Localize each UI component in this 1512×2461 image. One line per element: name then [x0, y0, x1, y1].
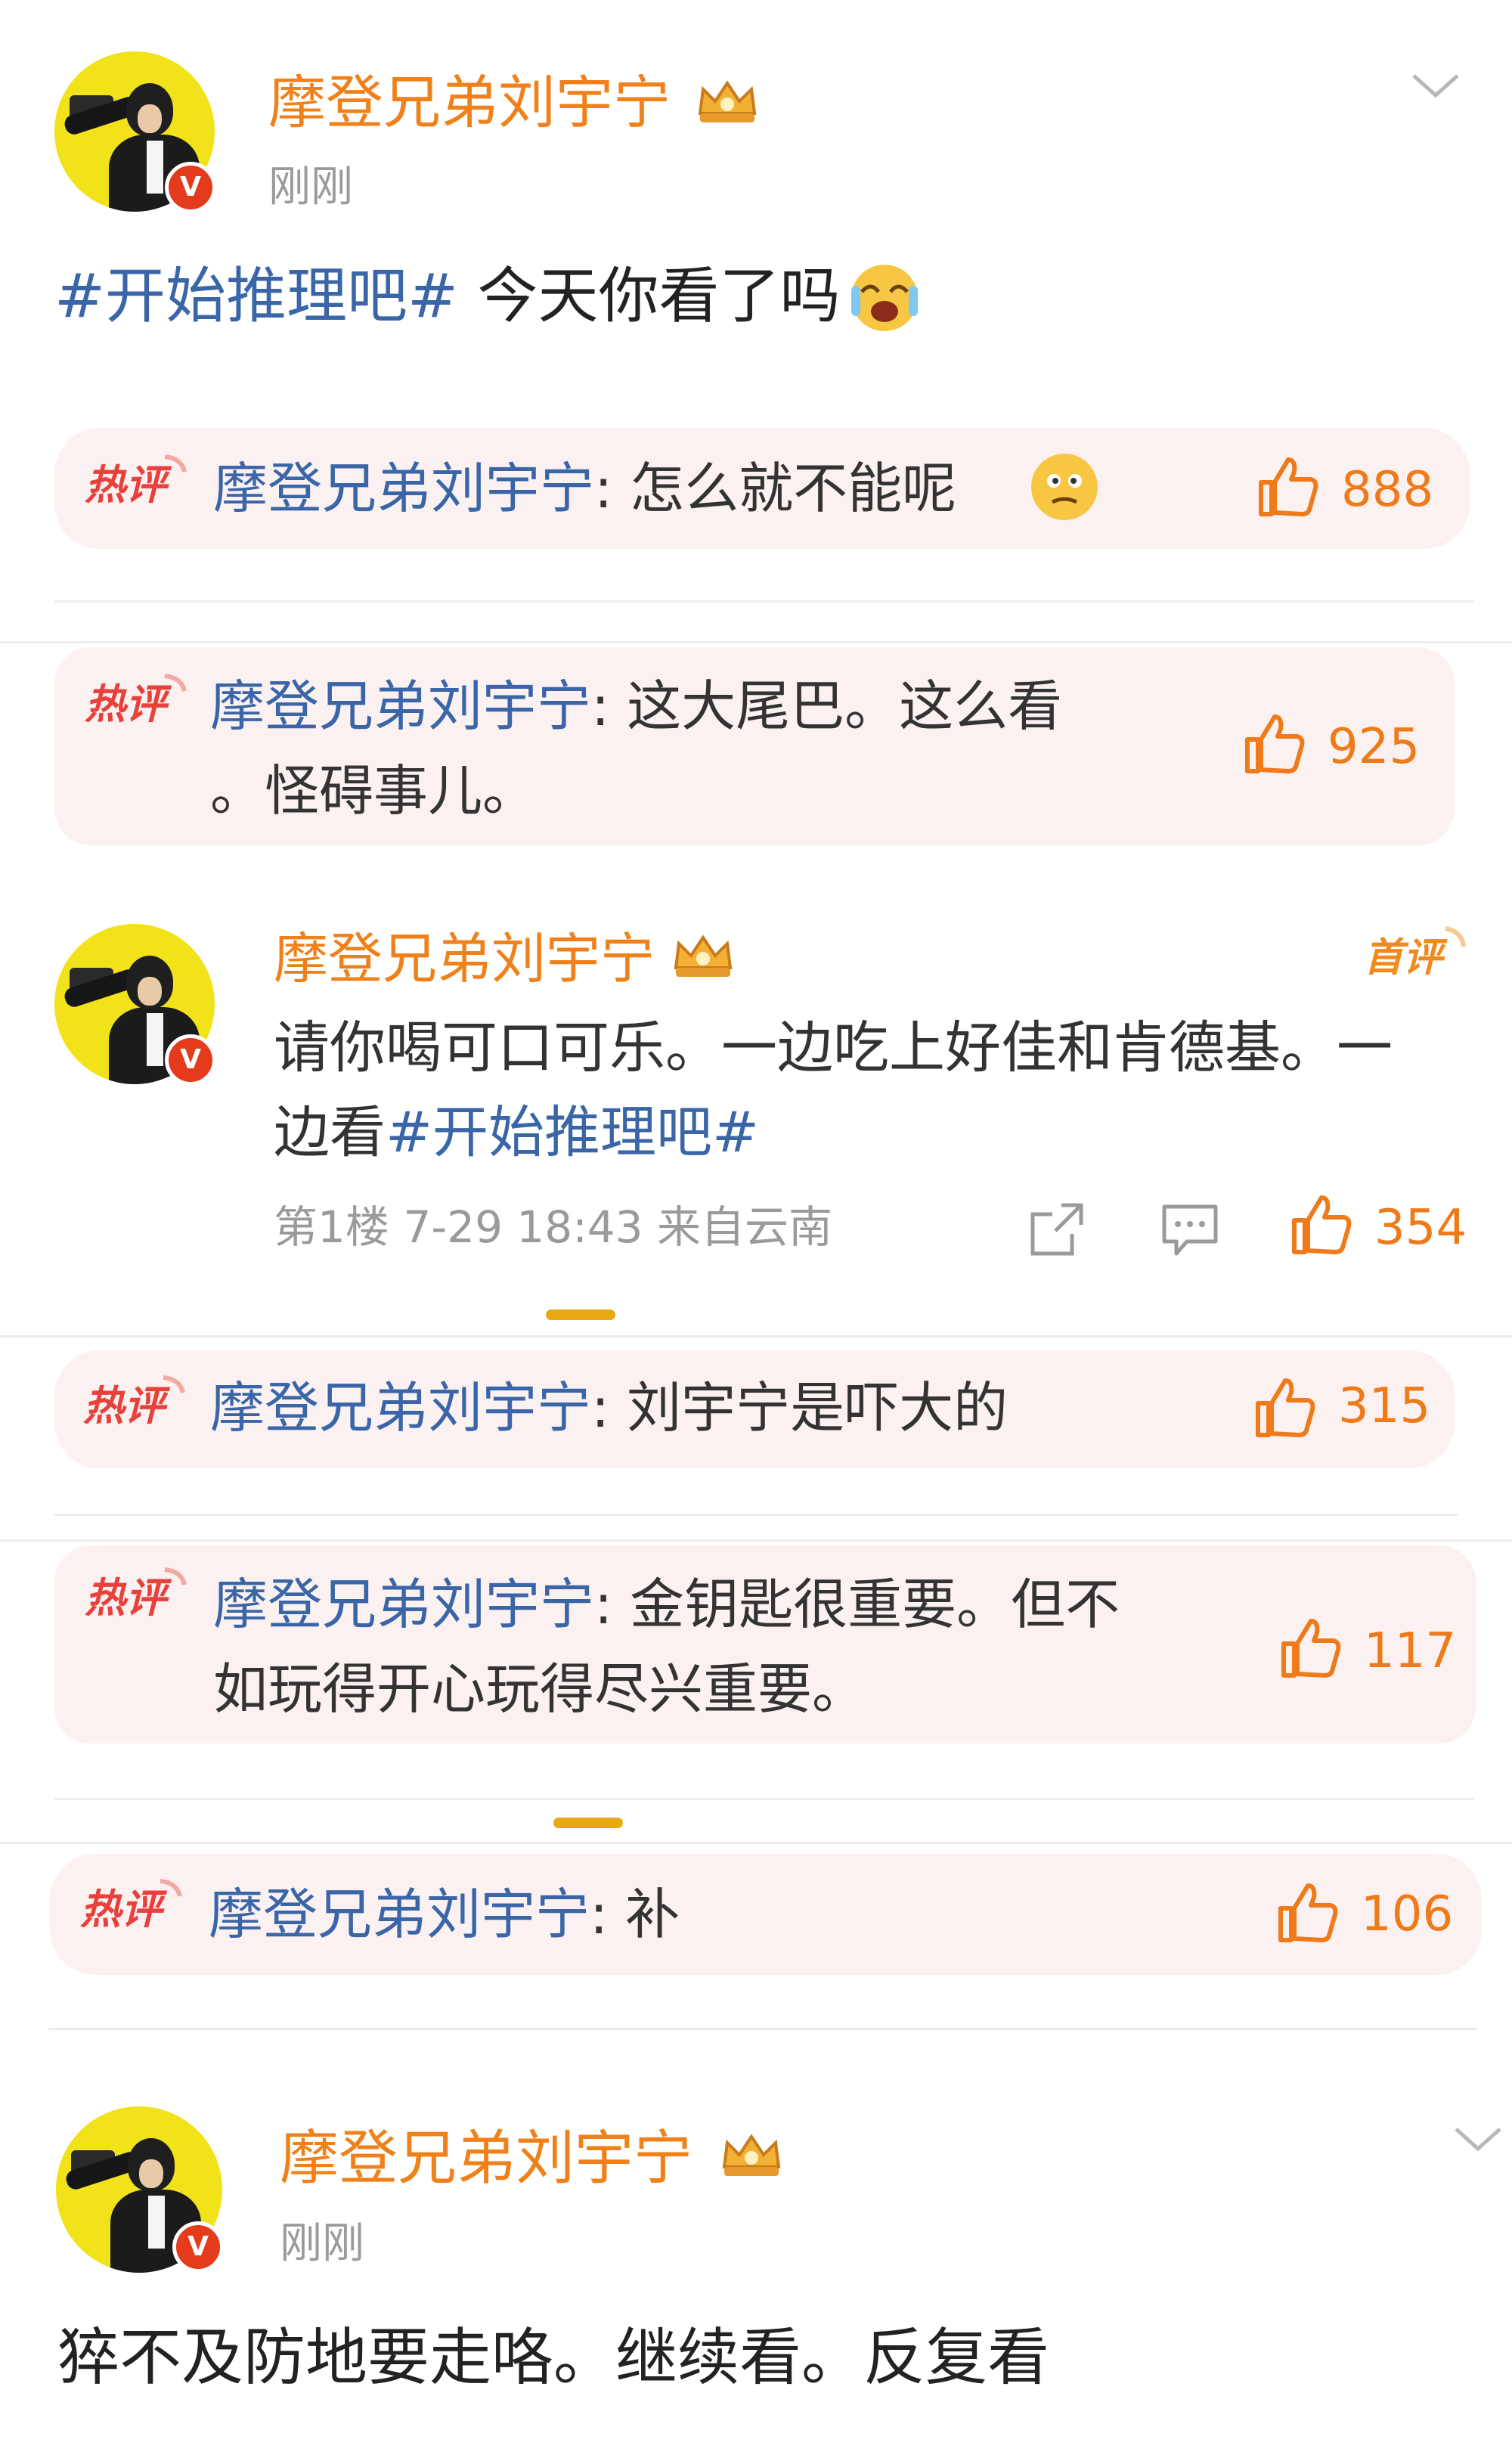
comment-text: 摩登兄弟刘宇宁: 补 [209, 1883, 680, 1946]
crown-icon [698, 80, 757, 122]
hot-comment-icon: 热评 [85, 1567, 187, 1622]
post-time: 刚刚 [268, 163, 353, 212]
thumb-up-icon [1256, 1378, 1315, 1437]
comment-text: 摩登兄弟刘宇宁: 这大尾巴。这么看 。怪碍事儿。 [210, 674, 1063, 823]
comment-author[interactable]: 摩登兄弟刘宇宁 [210, 1376, 591, 1440]
thumb-up-icon [1259, 457, 1318, 516]
divider [54, 1798, 1474, 1800]
share-icon[interactable] [1028, 1201, 1086, 1258]
hot-comment-icon: 热评 [85, 454, 187, 509]
verified-badge-icon: V [172, 2221, 224, 2273]
divider [0, 1335, 1512, 1337]
svg-text:热评: 热评 [85, 461, 172, 509]
emoji-icon [1031, 454, 1098, 520]
comment-icon[interactable] [1160, 1202, 1220, 1260]
comment-author[interactable]: 摩登兄弟刘宇宁 [209, 1883, 590, 1946]
crown-icon [722, 2134, 781, 2176]
thumb-up-icon [1292, 1195, 1352, 1254]
thumb-up-icon [1245, 714, 1305, 773]
svg-text:热评: 热评 [80, 1886, 168, 1933]
comment-text: 摩登兄弟刘宇宁: 刘宇宁是吓大的 [210, 1376, 1009, 1440]
divider [54, 1514, 1458, 1516]
svg-text:首评: 首评 [1364, 935, 1448, 981]
divider [0, 1842, 1512, 1844]
username[interactable]: 摩登兄弟刘宇宁 [268, 74, 671, 132]
hot-comment-icon: 热评 [80, 1879, 182, 1933]
chevron-down-icon[interactable] [1453, 2126, 1503, 2153]
comment-text: 摩登兄弟刘宇宁: 金钥匙很重要。但不 如玩得开心玩得尽兴重要。 [213, 1573, 1120, 1721]
post-time: 刚刚 [280, 2219, 364, 2268]
like-count: 106 [1361, 1886, 1454, 1942]
username[interactable]: 摩登兄弟刘宇宁 [280, 2129, 692, 2188]
first-comment-badge: 首评 [1364, 926, 1466, 981]
divider [48, 2028, 1477, 2030]
like-count: 888 [1341, 462, 1434, 518]
verified-badge-icon: V [165, 162, 216, 213]
page-indicator [546, 1310, 615, 1320]
thumb-up-icon [1281, 1619, 1341, 1678]
thumb-up-icon [1278, 1883, 1338, 1942]
divider [54, 600, 1474, 603]
divider [0, 641, 1512, 643]
like-count: 925 [1328, 719, 1421, 775]
comment-author[interactable]: 摩登兄弟刘宇宁 [213, 1573, 594, 1636]
post-text: 猝不及防地要走咯。继续看。反复看 [57, 2322, 1050, 2394]
hot-comment-icon: 热评 [85, 674, 187, 728]
comment-author[interactable]: 摩登兄弟刘宇宁 [210, 674, 591, 738]
divider [0, 1539, 1512, 1542]
hot-comment-icon: 热评 [83, 1375, 185, 1430]
svg-text:热评: 热评 [85, 1574, 172, 1622]
page-indicator [553, 1818, 623, 1828]
topic-link[interactable]: #开始推理吧# [54, 261, 458, 331]
like-count: 315 [1338, 1378, 1431, 1434]
post-text: #开始推理吧# 今天你看了吗 [54, 261, 841, 331]
reply-meta: 第1楼 7-29 18:43 来自云南 [274, 1201, 832, 1253]
comment-author[interactable]: 摩登兄弟刘宇宁 [213, 457, 594, 520]
svg-text:热评: 热评 [85, 680, 172, 728]
like-count: 354 [1374, 1200, 1467, 1256]
like-count: 117 [1364, 1623, 1457, 1679]
topic-link[interactable]: #开始推理吧# [386, 1100, 759, 1165]
emoji-icon [851, 265, 918, 331]
svg-text:热评: 热评 [83, 1382, 171, 1430]
verified-badge-icon: V [165, 1034, 216, 1086]
username[interactable]: 摩登兄弟刘宇宁 [274, 931, 655, 986]
crown-icon [674, 934, 733, 977]
chevron-down-icon[interactable] [1411, 73, 1461, 100]
comment-text: 摩登兄弟刘宇宁: 怎么就不能呢 [213, 457, 957, 520]
reply-text: 请你喝可口可乐。一边吃上好佳和肯德基。一 边看#开始推理吧# [274, 1015, 1393, 1165]
